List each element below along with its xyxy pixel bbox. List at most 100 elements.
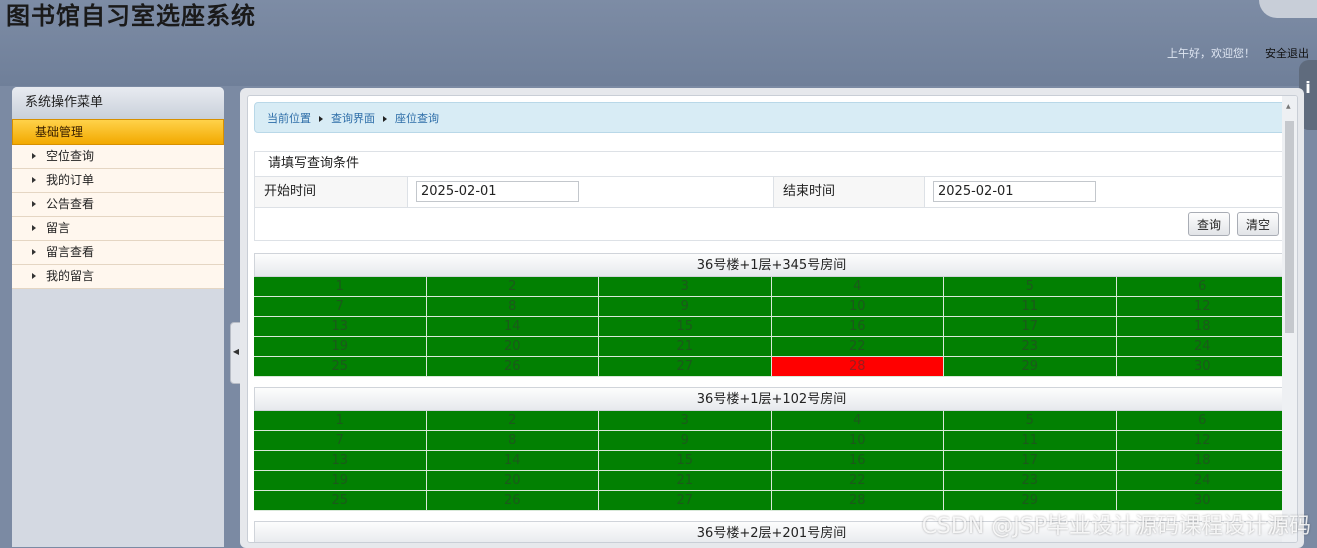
- seat-available[interactable]: 13: [254, 451, 427, 471]
- seat-available[interactable]: 5: [944, 411, 1117, 431]
- seat-available[interactable]: 6: [1116, 277, 1289, 297]
- breadcrumb-arrow-icon: [383, 116, 387, 122]
- seat-available[interactable]: 24: [1116, 337, 1289, 357]
- seat-available[interactable]: 18: [1116, 451, 1289, 471]
- seat-available[interactable]: 29: [944, 357, 1117, 377]
- sidebar-item[interactable]: 公告查看: [12, 193, 224, 217]
- seat-available[interactable]: 24: [1116, 471, 1289, 491]
- query-button[interactable]: 查询: [1188, 212, 1231, 236]
- seat-available[interactable]: 12: [1116, 297, 1289, 317]
- seat-available[interactable]: 2: [426, 411, 599, 431]
- seat-available[interactable]: 25: [254, 491, 427, 511]
- header-corner-decoration: [1259, 0, 1317, 18]
- query-form-heading: 请填写查询条件: [255, 152, 1290, 177]
- seat-available[interactable]: 15: [599, 317, 772, 337]
- seat-available[interactable]: 26: [426, 491, 599, 511]
- seat-occupied[interactable]: 28: [771, 357, 944, 377]
- seat-available[interactable]: 27: [599, 491, 772, 511]
- seat-available[interactable]: 20: [426, 337, 599, 357]
- sidebar-title: 系统操作菜单: [12, 87, 224, 119]
- seat-available[interactable]: 8: [426, 431, 599, 451]
- seat-available[interactable]: 5: [944, 277, 1117, 297]
- breadcrumb-item-query[interactable]: 查询界面: [331, 112, 375, 125]
- main-content: 当前位置 查询界面 座位查询 请填写查询条件 开始时间 结束时间 查询 清空 36号…: [240, 88, 1304, 548]
- scroll-up-icon[interactable]: ▲: [1286, 103, 1291, 110]
- seat-available[interactable]: 3: [599, 277, 772, 297]
- seat-available[interactable]: 7: [254, 431, 427, 451]
- sidebar: 系统操作菜单 基础管理 空位查询我的订单公告查看留言留言查看 我的留言: [12, 87, 224, 547]
- query-form: 请填写查询条件 开始时间 结束时间 查询 清空: [254, 151, 1291, 241]
- app-title: 图书馆自习室选座系统: [6, 2, 256, 30]
- sidebar-group-basic[interactable]: 基础管理: [12, 119, 224, 145]
- scrollbar-thumb[interactable]: [1285, 121, 1294, 333]
- seat-available[interactable]: 15: [599, 451, 772, 471]
- sidebar-item-label: 我的订单: [46, 173, 95, 187]
- start-time-label: 开始时间: [255, 177, 408, 207]
- seat-available[interactable]: 21: [599, 337, 772, 357]
- seat-available[interactable]: 23: [944, 337, 1117, 357]
- seat-available[interactable]: 14: [426, 451, 599, 471]
- breadcrumb-arrow-icon: [319, 116, 323, 122]
- sidebar-item[interactable]: 我的留言: [12, 265, 224, 289]
- seat-available[interactable]: 10: [771, 297, 944, 317]
- seat-available[interactable]: 22: [771, 471, 944, 491]
- breadcrumb: 当前位置 查询界面 座位查询: [254, 102, 1288, 133]
- seat-available[interactable]: 9: [599, 297, 772, 317]
- seat-available[interactable]: 16: [771, 451, 944, 471]
- seat-available[interactable]: 2: [426, 277, 599, 297]
- seat-available[interactable]: 1: [254, 277, 427, 297]
- room-section: 36号楼+1层+345号房间 1 2 3 4 5 6 7 8 9 10 11 12 13 14 15 16 17 1…: [254, 253, 1289, 377]
- seat-available[interactable]: 18: [1116, 317, 1289, 337]
- seat-available[interactable]: 11: [944, 297, 1117, 317]
- sidebar-item[interactable]: 空位查询: [12, 145, 224, 169]
- seat-available[interactable]: 4: [771, 277, 944, 297]
- seat-available[interactable]: 25: [254, 357, 427, 377]
- seat-available[interactable]: 14: [426, 317, 599, 337]
- seat-available[interactable]: 20: [426, 471, 599, 491]
- arrow-right-icon: [32, 200, 36, 207]
- seat-available[interactable]: 22: [771, 337, 944, 357]
- sidebar-item[interactable]: 我的订单: [12, 169, 224, 193]
- seat-available[interactable]: 21: [599, 471, 772, 491]
- seat-available[interactable]: 13: [254, 317, 427, 337]
- start-time-input[interactable]: [416, 181, 579, 202]
- arrow-right-icon: [32, 224, 36, 231]
- room-section: 36号楼+1层+102号房间 1 2 3 4 5 6 7 8 9 10 11 12 13 14 15 16 17 1…: [254, 387, 1289, 511]
- seat-available[interactable]: 4: [771, 411, 944, 431]
- sidebar-item-label: 空位查询: [46, 149, 95, 163]
- seat-available[interactable]: 3: [599, 411, 772, 431]
- seat-available[interactable]: 27: [599, 357, 772, 377]
- seat-available[interactable]: 28: [771, 491, 944, 511]
- clear-button[interactable]: 清空: [1237, 212, 1280, 236]
- arrow-right-icon: [32, 176, 36, 183]
- seat-available[interactable]: 30: [1116, 357, 1289, 377]
- seat-available[interactable]: 7: [254, 297, 427, 317]
- end-time-input[interactable]: [933, 181, 1096, 202]
- seat-available[interactable]: 26: [426, 357, 599, 377]
- sidebar-item-label: 留言: [46, 221, 71, 235]
- greeting-area: 上午好，欢迎您！ 安全退出: [1167, 45, 1309, 61]
- seat-available[interactable]: 6: [1116, 411, 1289, 431]
- logout-link[interactable]: 安全退出: [1265, 47, 1309, 60]
- seat-available[interactable]: 12: [1116, 431, 1289, 451]
- vertical-scrollbar[interactable]: ▲: [1282, 96, 1297, 542]
- seat-available[interactable]: 19: [254, 471, 427, 491]
- query-date-row: 开始时间 结束时间: [255, 177, 1290, 208]
- seat-available[interactable]: 23: [944, 471, 1117, 491]
- breadcrumb-item-location[interactable]: 当前位置: [267, 112, 311, 125]
- seat-available[interactable]: 17: [944, 317, 1117, 337]
- seat-available[interactable]: 9: [599, 431, 772, 451]
- seat-available[interactable]: 17: [944, 451, 1117, 471]
- seat-available[interactable]: 8: [426, 297, 599, 317]
- seat-available[interactable]: 1: [254, 411, 427, 431]
- seat-available[interactable]: 19: [254, 337, 427, 357]
- arrow-right-icon: [32, 248, 36, 255]
- sidebar-item[interactable]: 留言查看: [12, 241, 224, 265]
- header-bar: 图书馆自习室选座系统 上午好，欢迎您！ 安全退出: [0, 0, 1317, 86]
- sidebar-item[interactable]: 留言: [12, 217, 224, 241]
- breadcrumb-item-seat[interactable]: 座位查询: [395, 112, 439, 125]
- sidebar-item-label: 公告查看: [46, 197, 95, 211]
- seat-available[interactable]: 11: [944, 431, 1117, 451]
- seat-available[interactable]: 10: [771, 431, 944, 451]
- seat-available[interactable]: 16: [771, 317, 944, 337]
